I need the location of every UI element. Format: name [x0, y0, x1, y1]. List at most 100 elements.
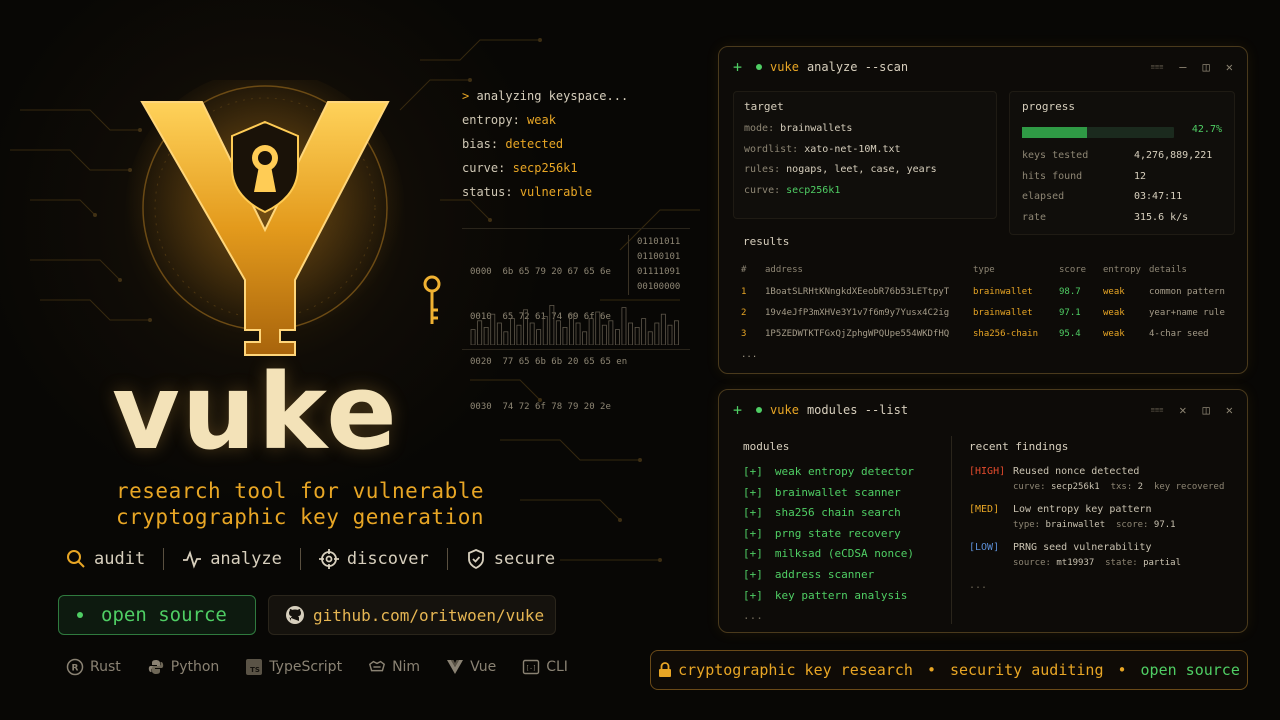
detail-label: txs: [1110, 482, 1133, 492]
cell-details: 4-char seed [1149, 328, 1209, 339]
verb-audit: audit [66, 549, 145, 569]
list-item[interactable]: [+] brainwallet scanner [743, 483, 914, 504]
window-title: analyze --scan [806, 60, 909, 74]
module-name: milksad (eCDSA nonce) [774, 547, 914, 561]
list-item[interactable]: [+] sha256 chain search [743, 503, 914, 524]
analysis-value: weak [527, 113, 556, 127]
histogram-bar [667, 324, 673, 345]
module-bracket: [+] [743, 588, 763, 602]
lang-label: Rust [90, 659, 121, 675]
open-source-badge[interactable]: open source [58, 595, 256, 635]
finding-item[interactable]: [MED] Low entropy key pattern type: brain… [969, 504, 1237, 530]
histogram-bar [647, 331, 653, 345]
finding-detail: curve: secp256k1 txs: 2 key recovered [1013, 482, 1237, 492]
window-cmd: vuke [770, 403, 799, 417]
cell-score: 95.4 [1059, 328, 1081, 339]
split-icon[interactable]: ◫ [1203, 60, 1210, 74]
finding-headline: [MED] Low entropy key pattern [969, 504, 1237, 515]
severity-badge: [MED] [969, 504, 1000, 515]
detail-value: 2 [1137, 482, 1144, 492]
list-item[interactable]: [+] address scanner [743, 565, 914, 586]
progress-panel: progress 42.7% keys tested 4,276,889,221 … [1009, 91, 1235, 235]
detail-label: state: [1105, 558, 1138, 568]
window-cmd: vuke [770, 60, 799, 74]
split-icon[interactable]: ◫ [1203, 403, 1210, 417]
finding-headline: [HIGH] Reused nonce detected [969, 466, 1237, 477]
analysis-key: entropy: [462, 113, 520, 127]
lock-icon [659, 662, 672, 677]
module-bracket: [+] [743, 485, 763, 499]
analysis-value: secp256k1 [512, 161, 578, 175]
minimize-icon[interactable]: — [1179, 60, 1186, 74]
github-link[interactable]: github.com/oritwoen/vuke [268, 595, 556, 635]
histogram-bar [601, 324, 607, 345]
table-row[interactable]: 3 1P5ZEDWTKTFGxQjZphgWPQUpe554WKDfHQ sha… [741, 323, 1225, 344]
new-tab-icon[interactable]: + [733, 401, 742, 419]
histogram-bar [516, 324, 522, 345]
hex-dump-panel: 0000 6b 65 79 20 67 65 6e 0010 65 72 61 … [462, 228, 690, 412]
list-item[interactable]: [+] weak entropy detector [743, 462, 914, 483]
stat-value: 315.6 k/s [1134, 211, 1189, 223]
new-tab-icon[interactable]: + [733, 58, 742, 76]
analysis-command: > analyzing keyspace... [462, 89, 629, 103]
histogram-bar [673, 320, 679, 345]
vuke-logo [125, 80, 405, 356]
lang-label: Nim [392, 659, 421, 675]
cell-index: 1 [741, 286, 747, 297]
menu-icon[interactable]: ≡≡≡ [1151, 63, 1164, 71]
list-item[interactable]: [+] key pattern analysis [743, 586, 914, 607]
close-icon[interactable]: ✕ [1226, 60, 1233, 74]
lang-label: Vue [470, 659, 497, 675]
table-row[interactable]: 2 19v4eJfP3mXHVe3Y1v7f6m9y7Yusx4C2ig bra… [741, 302, 1225, 323]
detail-label: curve: [1013, 482, 1046, 492]
cell-type: brainwallet [973, 307, 1033, 318]
detail-value: mt19937 [1056, 558, 1095, 568]
verb-analyze: analyze [182, 549, 282, 569]
menu-icon[interactable]: ≡≡≡ [1151, 406, 1164, 414]
close-x-icon[interactable]: ✕ [1179, 403, 1186, 417]
histogram-bar [549, 305, 555, 345]
github-icon [286, 606, 304, 624]
vue-icon [446, 658, 464, 676]
table-row[interactable]: 1 1BoatSLRHtKNngkdXEeobR76b53LETtpyT bra… [741, 281, 1225, 302]
list-item[interactable]: [+] milksad (eCDSA nonce) [743, 544, 914, 565]
histogram-bar [595, 311, 601, 345]
analysis-value: vulnerable [519, 185, 593, 199]
analysis-value: detected [505, 137, 564, 151]
divider [163, 548, 165, 570]
lang-typescript: TS TypeScript [245, 658, 342, 676]
close-icon[interactable]: ✕ [1226, 403, 1233, 417]
progress-fill [1022, 127, 1087, 138]
cell-score: 98.7 [1059, 286, 1081, 297]
status-dot [756, 64, 763, 70]
module-bracket: [+] [743, 547, 763, 561]
module-bracket: [+] [743, 465, 763, 478]
search-icon [67, 550, 85, 568]
kv-value: brainwallets [780, 123, 853, 134]
feature-ribbon: cryptographic key research • security au… [650, 650, 1248, 690]
shield-check-icon [467, 549, 484, 569]
target-mode: mode: brainwallets [744, 119, 937, 140]
list-item[interactable]: [+] prng state recovery [743, 524, 914, 545]
kv-label: mode: [744, 123, 775, 134]
histogram-bar [588, 318, 594, 345]
open-source-label: open source [101, 604, 227, 626]
bin-row: 00100000 [637, 282, 681, 292]
histogram-bar [510, 318, 515, 345]
stat-row: hits found 12 [1022, 167, 1222, 188]
histogram-bar [654, 322, 660, 345]
module-name: prng state recovery [774, 526, 901, 540]
histogram-bar [582, 331, 588, 345]
detail-label: score: [1115, 520, 1149, 530]
histogram-bar [470, 329, 476, 345]
verb-label: audit [94, 549, 146, 569]
finding-item[interactable]: [HIGH] Reused nonce detected curve: secp2… [969, 466, 1237, 492]
analysis-key: bias: [462, 137, 499, 151]
module-name: weak entropy detector [774, 465, 914, 478]
progress-percent: 42.7% [1191, 124, 1222, 135]
rust-icon: R [66, 658, 84, 676]
finding-item[interactable]: [LOW] PRNG seed vulnerability source: mt1… [969, 542, 1237, 568]
modules-window: + vuke modules --list ≡≡≡ ✕ ◫ ✕ modules … [718, 389, 1248, 633]
stat-value: 03:47:11 [1134, 191, 1183, 202]
lang-label: TypeScript [269, 659, 343, 675]
